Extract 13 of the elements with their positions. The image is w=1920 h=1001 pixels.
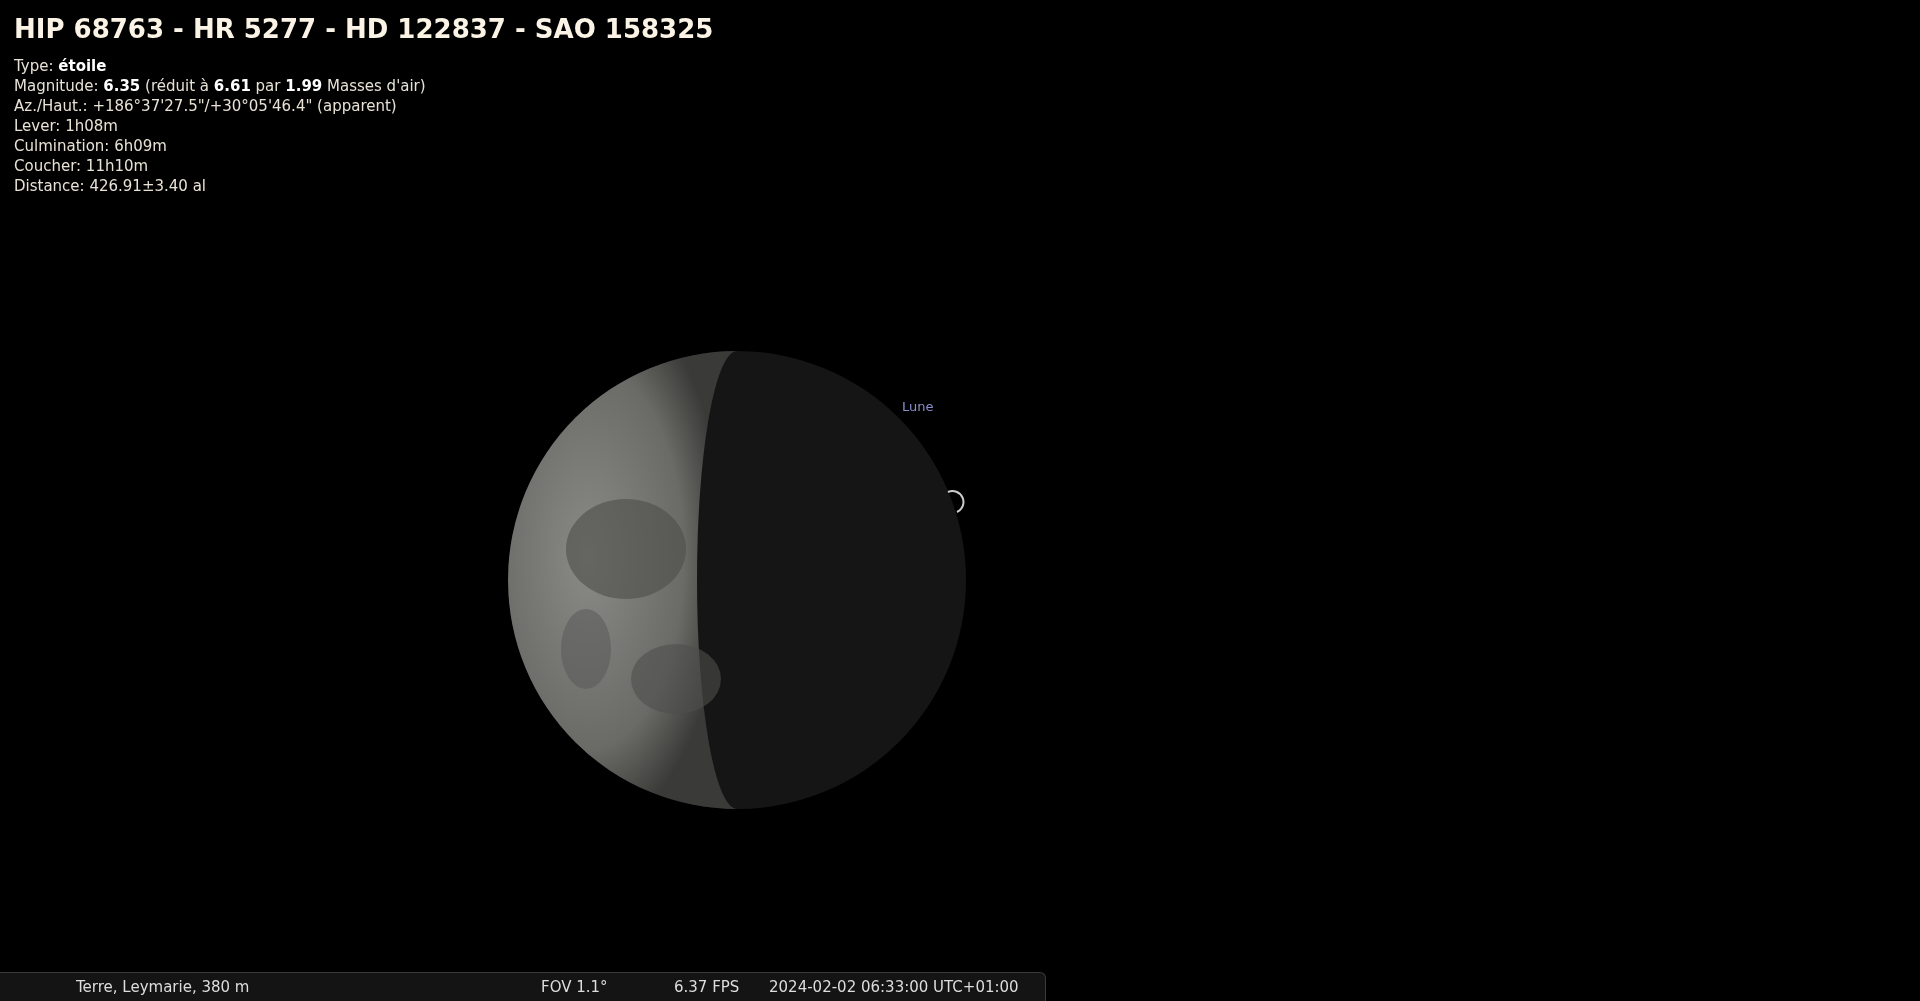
info-line: Az./Haut.: +186°37'27.5"/+30°05'46.4" (apparent) (14, 96, 398, 116)
location-text: Terre, Leymarie, 380 m (76, 978, 251, 996)
info-line: Distance: 426.91±3.40 al (14, 176, 207, 196)
fov-text: FOV 1.1° (541, 978, 609, 996)
object-title: HIP 68763 - HR 5277 - HD 122837 - SAO 158325 (14, 14, 715, 44)
info-line: Magnitude: 6.35 (réduit à 6.61 par 1.99 Masses d'air) (14, 76, 427, 96)
info-line: Lever: 1h08m (14, 116, 119, 136)
info-line: Type: étoile (14, 56, 108, 76)
fps-text: 6.37 FPS (674, 978, 741, 996)
moon-label: Lune (902, 399, 934, 414)
info-line: Culmination: 6h09m (14, 136, 168, 156)
datetime-text: 2024-02-02 06:33:00 UTC+01:00 (769, 978, 1020, 996)
info-line: Coucher: 11h10m (14, 156, 150, 176)
